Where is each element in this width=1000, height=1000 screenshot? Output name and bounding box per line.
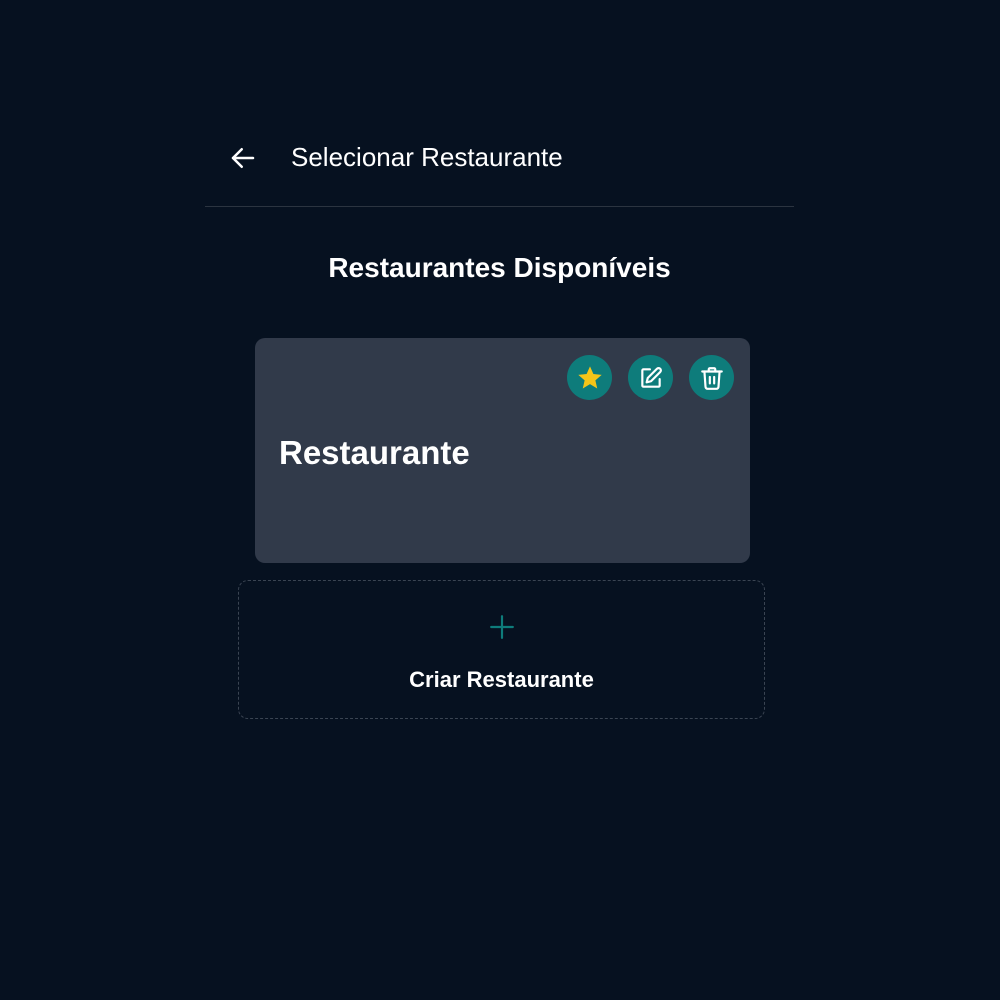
plus-icon [490,615,514,639]
favorite-button[interactable] [567,355,612,400]
back-button[interactable] [223,138,263,178]
restaurant-card[interactable]: Restaurante [255,338,750,563]
star-icon [577,365,602,388]
card-actions [567,355,734,400]
page-title: Selecionar Restaurante [291,142,563,172]
create-restaurant-label: Criar Restaurante [409,667,594,692]
page-header: Selecionar Restaurante [205,130,794,207]
section-title: Restaurantes Disponíveis [328,252,671,283]
create-restaurant-button[interactable]: Criar Restaurante [238,580,765,719]
delete-button[interactable] [689,355,734,400]
edit-button[interactable] [628,355,673,400]
trash-icon [700,366,723,390]
edit-icon [640,366,662,388]
app-container: Selecionar Restaurante Restaurantes Disp… [205,0,794,1000]
arrow-left-icon [231,148,255,168]
restaurant-name: Restaurante [279,434,470,471]
